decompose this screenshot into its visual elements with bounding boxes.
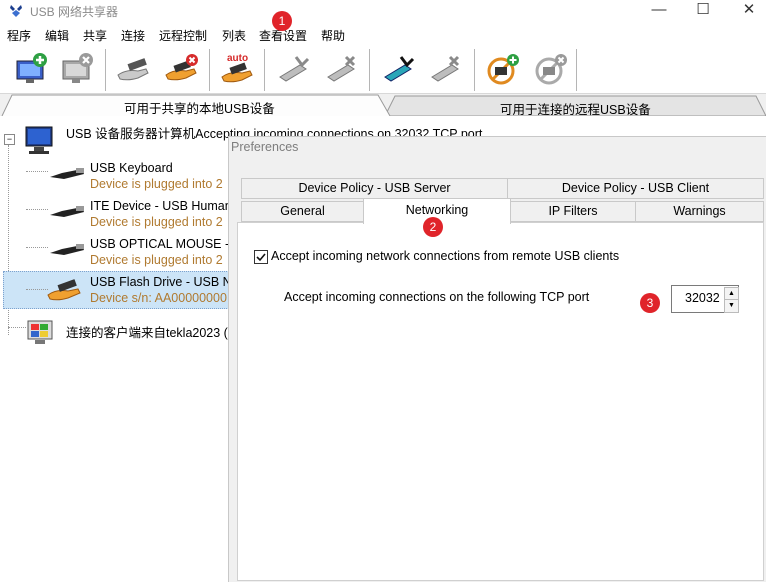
tab-warnings[interactable]: Warnings xyxy=(635,201,764,222)
usb-plug-icon xyxy=(50,244,84,255)
title-bar: USB 网络共享器 — ☐ ✕ xyxy=(0,0,766,24)
tcp-port-spinner: 32032 ▲ ▼ xyxy=(671,285,739,313)
svg-text:auto: auto xyxy=(227,53,248,64)
share-device-icon[interactable] xyxy=(116,51,152,87)
dialog-title: Preferences xyxy=(231,140,299,154)
device-name[interactable]: ITE Device - USB Human xyxy=(90,199,232,213)
add-server-icon[interactable] xyxy=(14,51,50,87)
menu-program[interactable]: 程序 xyxy=(7,27,31,44)
remove-server-icon[interactable] xyxy=(60,51,96,87)
annotation-badge-1: 1 xyxy=(272,11,292,31)
annotation-badge-2: 2 xyxy=(423,217,443,237)
device-status: Device s/n: AA00000000 xyxy=(90,291,227,305)
toolbar: auto xyxy=(0,45,766,94)
tab-general[interactable]: General xyxy=(241,201,364,222)
shared-usb-device-icon xyxy=(47,279,81,301)
spin-down-icon[interactable]: ▼ xyxy=(724,299,739,313)
client-computer-icon xyxy=(27,320,53,344)
menu-remote-control[interactable]: 远程控制 xyxy=(159,27,207,44)
tab-shapes xyxy=(1,94,766,116)
tree-collapse-toggle[interactable]: − xyxy=(4,134,15,145)
usb-plug-icon xyxy=(50,206,84,217)
disconnect-all-icon[interactable] xyxy=(428,51,464,87)
menu-edit[interactable]: 编辑 xyxy=(45,27,69,44)
window-title: USB 网络共享器 xyxy=(30,5,119,19)
tab-device-policy-client[interactable]: Device Policy - USB Client xyxy=(507,178,764,199)
accept-connections-checkbox[interactable] xyxy=(254,250,268,264)
server-computer-icon xyxy=(25,126,53,154)
device-name[interactable]: USB OPTICAL MOUSE - xyxy=(90,237,229,251)
tab-device-policy-server[interactable]: Device Policy - USB Server xyxy=(241,178,508,199)
tab-remote-devices[interactable]: 可用于连接的远程USB设备 xyxy=(500,99,651,118)
maximize-button[interactable]: ☐ xyxy=(680,0,726,22)
device-status: Device is plugged into 2 xyxy=(90,215,223,229)
close-button[interactable]: ✕ xyxy=(726,0,766,22)
check-mark-icon xyxy=(256,253,266,262)
device-status: Device is plugged into 2 xyxy=(90,177,223,191)
unshare-device-icon[interactable] xyxy=(164,51,200,87)
annotation-badge-3: 3 xyxy=(640,293,660,313)
menu-connect[interactable]: 连接 xyxy=(121,27,145,44)
device-name[interactable]: USB Keyboard xyxy=(90,161,173,175)
tcp-port-label: Accept incoming connections on the follo… xyxy=(284,290,590,304)
app-logo-icon xyxy=(10,5,22,17)
usb-plug-icon xyxy=(50,168,84,179)
networking-panel xyxy=(237,222,764,581)
add-client-icon[interactable] xyxy=(485,51,521,87)
disconnect-device-icon[interactable] xyxy=(324,51,360,87)
menu-share[interactable]: 共享 xyxy=(83,27,107,44)
tab-ip-filters[interactable]: IP Filters xyxy=(510,201,636,222)
accept-connections-label[interactable]: Accept incoming network connections from… xyxy=(271,249,619,263)
connect-device-icon[interactable] xyxy=(276,51,312,87)
menu-bar: 程序 编辑 共享 连接 远程控制 列表 查看设置 帮助 xyxy=(0,25,766,44)
device-tree: − USB 设备服务器计算机Accepting incoming connect… xyxy=(0,117,482,581)
tab-local-devices[interactable]: 可用于共享的本地USB设备 xyxy=(124,98,275,117)
tcp-port-input[interactable]: 32032 xyxy=(685,291,720,305)
remove-client-icon[interactable] xyxy=(533,51,569,87)
minimize-button[interactable]: — xyxy=(636,0,682,22)
menu-help[interactable]: 帮助 xyxy=(321,27,345,44)
device-status: Device is plugged into 2 xyxy=(90,253,223,267)
main-tab-bar: 可用于共享的本地USB设备 可用于连接的远程USB设备 xyxy=(0,94,766,118)
menu-list[interactable]: 列表 xyxy=(222,27,246,44)
device-name[interactable]: USB Flash Drive - USB N xyxy=(90,275,232,289)
connect-all-icon[interactable] xyxy=(381,51,417,87)
client-node-label[interactable]: 连接的客户端来自tekla2023 ( xyxy=(66,322,228,341)
auto-share-icon[interactable]: auto xyxy=(220,51,256,87)
